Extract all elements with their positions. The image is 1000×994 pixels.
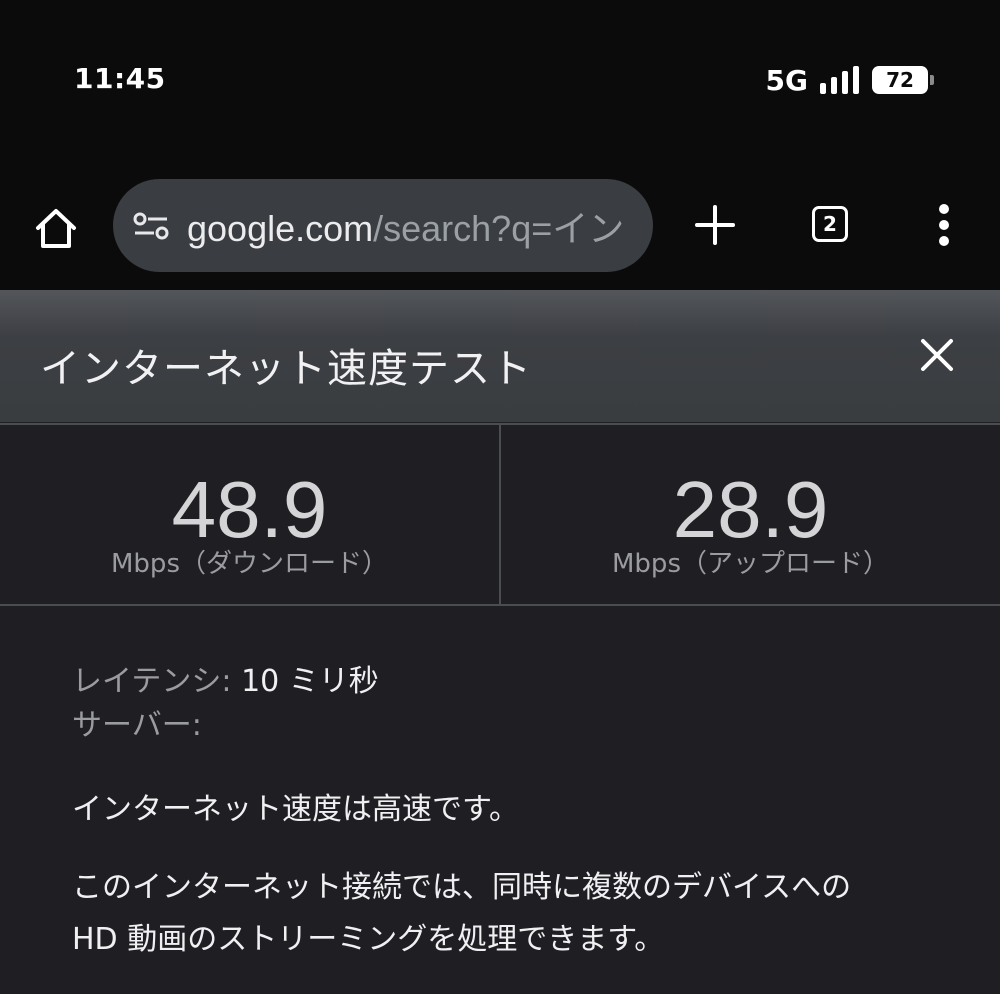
url-text[interactable]: google.com/search?q=イン: [187, 200, 624, 252]
status-indicators: 5G 72: [765, 60, 934, 100]
speed-description: このインターネット接続では、同時に複数のデバイスへの HD 動画のストリーミング…: [72, 862, 952, 966]
upload-speed: 28.9: [672, 465, 829, 554]
panel-title: インターネット速度テスト: [40, 346, 532, 392]
battery-icon: 72: [872, 66, 934, 94]
speed-details: レイテンシ: 10 ミリ秒 サーバー: インターネット速度は高速です。 このイン…: [72, 660, 952, 966]
server-label: サーバー:: [72, 708, 202, 743]
upload-result: 28.9 Mbps（アップロード）: [499, 425, 1000, 604]
tab-switcher-icon: 2: [812, 206, 848, 242]
upload-unit: Mbps（アップロード）: [612, 549, 889, 579]
description-line-2: HD 動画のストリーミングを処理できます。: [72, 922, 665, 957]
new-tab-button[interactable]: [688, 198, 742, 252]
url-path: /search?q=イン: [373, 207, 625, 249]
battery-level: 72: [886, 68, 914, 92]
speed-summary: インターネット速度は高速です。: [72, 792, 519, 827]
network-type: 5G: [765, 63, 808, 97]
close-button[interactable]: [912, 330, 962, 380]
site-info-icon[interactable]: [131, 206, 171, 246]
tab-count: 2: [823, 212, 837, 236]
speed-results: 48.9 Mbps（ダウンロード） 28.9 Mbps（アップロード）: [0, 423, 1000, 606]
description-line-1: このインターネット接続では、同時に複数のデバイスへの: [72, 870, 852, 905]
download-result: 48.9 Mbps（ダウンロード）: [0, 425, 499, 604]
plus-icon: [695, 205, 735, 245]
url-domain: google.com: [187, 207, 374, 249]
more-menu-button[interactable]: [924, 200, 964, 250]
address-bar[interactable]: google.com/search?q=イン: [113, 179, 653, 272]
download-unit: Mbps（ダウンロード）: [111, 549, 388, 579]
home-button[interactable]: [28, 200, 84, 256]
tab-switcher-button[interactable]: 2: [806, 200, 854, 248]
browser-toolbar: google.com/search?q=イン 2: [0, 160, 1000, 290]
status-time: 11:45: [74, 62, 166, 95]
latency-value: 10 ミリ秒: [241, 664, 379, 699]
download-speed: 48.9: [171, 465, 328, 554]
close-icon: [921, 339, 953, 371]
signal-icon: [820, 66, 859, 94]
latency-label: レイテンシ:: [72, 664, 232, 699]
home-icon: [36, 209, 76, 248]
status-bar: 11:45 5G 72: [0, 0, 1000, 160]
server-row: サーバー:: [72, 704, 952, 748]
latency-row: レイテンシ: 10 ミリ秒: [72, 660, 952, 704]
more-vert-icon: [939, 204, 949, 246]
